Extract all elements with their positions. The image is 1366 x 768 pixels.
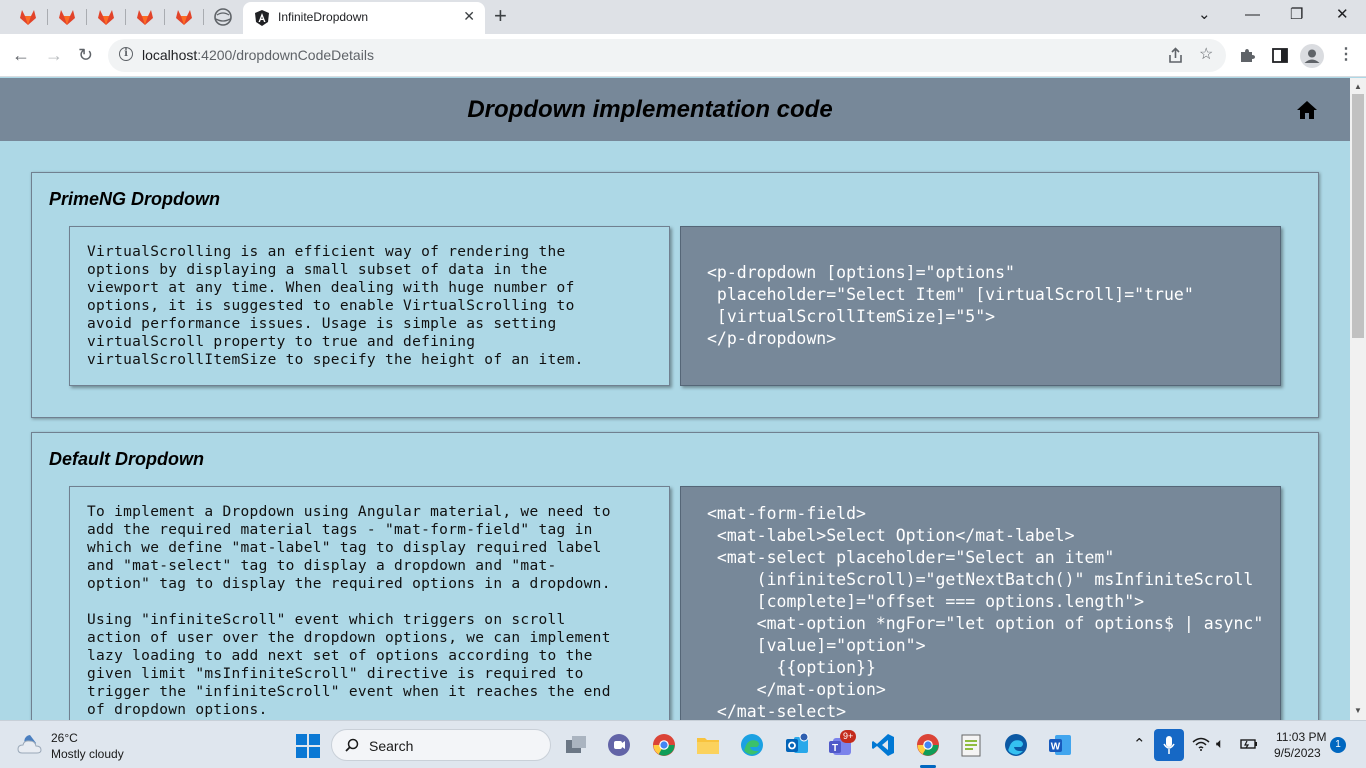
menu-kebab-icon[interactable]: ⋮ [1338, 46, 1354, 64]
tab-separator [203, 9, 204, 25]
chrome-icon[interactable] [652, 733, 676, 757]
default-dropdown-section: Default Dropdown To implement a Dropdown… [31, 432, 1319, 720]
gitlab-tab-icon[interactable] [135, 7, 155, 27]
gitlab-tab-icon[interactable] [96, 7, 116, 27]
profile-avatar-icon[interactable] [1300, 44, 1324, 68]
microphone-icon [1163, 736, 1175, 754]
code-box: <mat-form-field> <mat-label>Select Optio… [680, 486, 1281, 720]
weather-description[interactable]: Mostly cloudy [51, 747, 124, 761]
search-icon [345, 738, 359, 752]
code-snippet: <mat-form-field> <mat-label>Select Optio… [707, 504, 1264, 720]
tab-separator [164, 9, 165, 25]
search-label: Search [369, 738, 414, 754]
tab-title: InfiniteDropdown [278, 10, 369, 24]
weather-temperature[interactable]: 26°C [51, 731, 78, 745]
new-tab-button[interactable]: + [494, 4, 507, 28]
angular-icon [255, 10, 269, 26]
teams-chat-icon[interactable] [607, 733, 631, 757]
windows-taskbar: 26°C Mostly cloudy Search T 9+ W ⌃ 🔈︎ 11… [0, 720, 1366, 768]
gitlab-tab-icon[interactable] [18, 7, 38, 27]
globe-tab-icon[interactable] [213, 7, 233, 27]
partly-cloudy-icon[interactable] [16, 731, 46, 757]
reload-icon[interactable]: ↻ [78, 44, 93, 66]
file-explorer-icon[interactable] [696, 733, 720, 757]
back-arrow-icon[interactable]: ← [12, 44, 30, 66]
edge-icon[interactable] [740, 733, 764, 757]
url-text[interactable]: localhost:4200/dropdownCodeDetails [142, 47, 374, 63]
show-hidden-icons-chevron-icon[interactable]: ⌃ [1133, 735, 1146, 753]
vscode-icon[interactable] [871, 733, 895, 757]
browser-toolbar: ← → ↻ i localhost:4200/dropdownCodeDetai… [0, 34, 1366, 77]
close-window-button[interactable]: ✕ [1336, 6, 1349, 24]
wifi-icon[interactable] [1192, 737, 1210, 751]
page-header: Dropdown implementation code [0, 78, 1350, 141]
description-text: VirtualScrolling is an efficient way of … [87, 244, 584, 368]
microphone-button[interactable] [1154, 729, 1184, 761]
notification-badge[interactable]: 1 [1330, 737, 1346, 753]
forward-arrow-icon[interactable]: → [45, 44, 63, 66]
section-heading: PrimeNG Dropdown [49, 189, 221, 209]
tab-search-chevron-icon[interactable]: ⌄ [1198, 6, 1211, 24]
page-content: Dropdown implementation code PrimeNG Dro… [0, 78, 1350, 720]
scrollbar-thumb[interactable] [1352, 94, 1364, 338]
tab-infinitedropdown[interactable]: InfiniteDropdown ✕ [243, 2, 485, 34]
gitlab-tab-icon[interactable] [174, 7, 194, 27]
tab-separator [47, 9, 48, 25]
share-icon[interactable] [1167, 47, 1184, 64]
scroll-up-arrow-icon[interactable]: ▲ [1354, 82, 1362, 91]
code-snippet: <p-dropdown [options]="options" placehol… [707, 263, 1194, 348]
scroll-down-arrow-icon[interactable]: ▼ [1354, 706, 1362, 715]
teams-badge: 9+ [840, 730, 857, 743]
url-path: :4200/dropdownCodeDetails [197, 47, 374, 63]
home-icon[interactable] [1296, 100, 1318, 120]
page-scrollbar[interactable]: ▲ ▼ [1350, 78, 1366, 720]
notepad-plus-icon[interactable] [959, 733, 983, 757]
minimize-button[interactable]: — [1245, 6, 1260, 24]
description-text: To implement a Dropdown using Angular ma… [87, 504, 611, 718]
side-panel-icon[interactable] [1272, 48, 1288, 63]
clock-time[interactable]: 11:03 PM [1276, 730, 1326, 744]
edge-icon[interactable] [1004, 733, 1028, 757]
bookmark-star-icon[interactable]: ☆ [1199, 46, 1213, 64]
tab-separator [125, 9, 126, 25]
page-title: Dropdown implementation code [467, 96, 833, 123]
browser-tab-bar: InfiniteDropdown ✕ + ⌄ — ❐ ✕ [0, 0, 1366, 34]
url-host: localhost [142, 47, 198, 63]
clock-date[interactable]: 9/5/2023 [1274, 746, 1321, 760]
tab-separator [86, 9, 87, 25]
description-box: To implement a Dropdown using Angular ma… [69, 486, 670, 720]
svg-text:T: T [832, 743, 838, 754]
outlook-icon[interactable] [785, 733, 809, 757]
extensions-puzzle-icon[interactable] [1239, 47, 1256, 64]
code-box: <p-dropdown [options]="options" placehol… [680, 226, 1281, 386]
restore-button[interactable]: ❐ [1290, 6, 1303, 24]
volume-icon[interactable]: 🔈︎ [1216, 735, 1224, 752]
task-view-icon[interactable] [564, 733, 588, 757]
address-bar[interactable]: i localhost:4200/dropdownCodeDetails [108, 39, 1226, 72]
battery-icon[interactable] [1240, 738, 1258, 750]
site-info-icon[interactable]: i [119, 47, 133, 61]
windows-start-icon[interactable] [296, 734, 320, 758]
tab-close-icon[interactable]: ✕ [463, 8, 475, 25]
taskbar-search[interactable]: Search [331, 729, 551, 761]
chrome-icon[interactable] [916, 733, 940, 757]
section-heading: Default Dropdown [49, 449, 204, 469]
gitlab-tab-icon[interactable] [57, 7, 77, 27]
word-icon[interactable]: W [1048, 733, 1072, 757]
description-box: VirtualScrolling is an efficient way of … [69, 226, 670, 386]
svg-text:W: W [1051, 742, 1061, 753]
primeng-dropdown-section: PrimeNG Dropdown VirtualScrolling is an … [31, 172, 1319, 418]
